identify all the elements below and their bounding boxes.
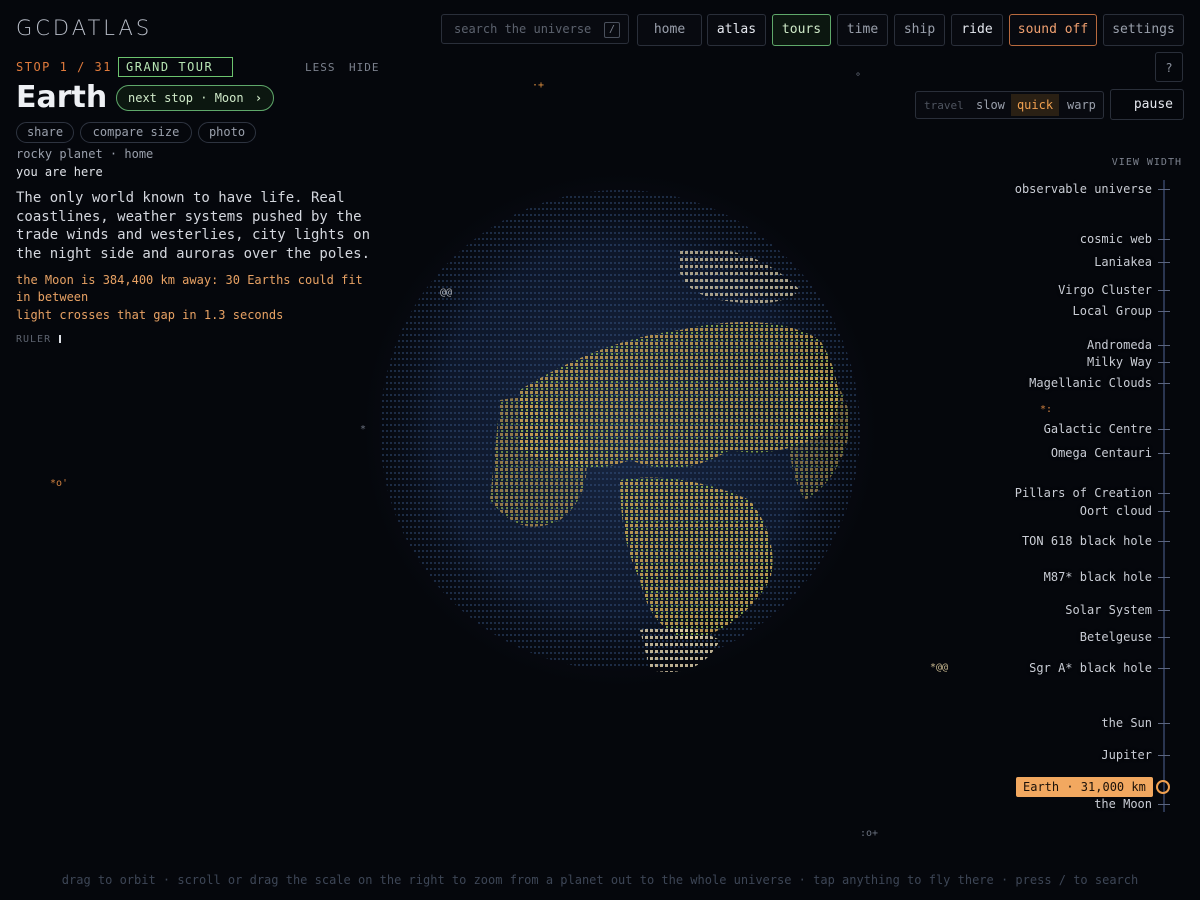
scale-item-magellanic-clouds[interactable]: Magellanic Clouds xyxy=(1029,376,1152,390)
travel-speed-selector[interactable]: travel slow quick warp xyxy=(915,91,1104,119)
scale-item-ton-618[interactable]: TON 618 black hole xyxy=(1022,534,1152,548)
star-icon: @@ xyxy=(440,287,453,298)
object-description: The only world known to have life. Real … xyxy=(16,190,371,262)
ruler-toggle[interactable]: RULER xyxy=(16,334,51,345)
photo-button[interactable]: photo xyxy=(198,122,256,143)
scale-tick xyxy=(1158,541,1170,542)
scale-tick xyxy=(1158,290,1170,291)
settings-button[interactable]: settings xyxy=(1103,14,1184,46)
scale-tick xyxy=(1158,755,1170,756)
tour-stop-counter: STOP 1 / 31 xyxy=(16,60,112,74)
scale-track[interactable] xyxy=(1163,180,1165,812)
speed-option-warp[interactable]: warp xyxy=(1067,98,1096,112)
nav-home-button[interactable]: home xyxy=(637,14,702,46)
scale-item-the-moon[interactable]: the Moon xyxy=(1094,797,1152,811)
scale-item-betelgeuse[interactable]: Betelgeuse xyxy=(1080,630,1152,644)
light-time-fact: light crosses that gap in 1.3 seconds xyxy=(16,308,284,322)
view-width-title: VIEW WIDTH xyxy=(1111,157,1182,168)
scale-tick xyxy=(1158,189,1170,190)
travel-label: travel xyxy=(924,99,964,112)
scale-item-galactic-centre[interactable]: Galactic Centre xyxy=(1044,422,1152,436)
object-meta: rocky planet · home xyxy=(16,147,154,161)
scale-tick xyxy=(1158,239,1170,240)
scale-tick xyxy=(1158,345,1170,346)
app-logo[interactable]: GCDATLAS xyxy=(16,16,152,40)
scale-tick xyxy=(1158,804,1170,805)
current-scale-label: Earth · 31,000 km xyxy=(1016,777,1153,797)
scale-item-the-sun[interactable]: the Sun xyxy=(1101,716,1152,730)
footer-hint: drag to orbit · scroll or drag the scale… xyxy=(61,873,1139,887)
scale-item-solar-system[interactable]: Solar System xyxy=(1065,603,1152,617)
compare-size-button[interactable]: compare size xyxy=(80,122,192,143)
object-status: you are here xyxy=(16,165,103,179)
scale-tick xyxy=(1158,262,1170,263)
help-button[interactable]: ? xyxy=(1155,52,1183,82)
scale-item-local-group[interactable]: Local Group xyxy=(1073,304,1152,318)
scale-handle[interactable] xyxy=(1156,780,1170,794)
star-icon: :o+ xyxy=(860,828,879,839)
scale-item-andromeda[interactable]: Andromeda xyxy=(1087,338,1152,352)
chevron-right-icon: › xyxy=(254,91,263,105)
scale-item-cosmic-web[interactable]: cosmic web xyxy=(1080,232,1152,246)
star-icon: *o' xyxy=(50,478,69,489)
scale-tick xyxy=(1158,429,1170,430)
scale-item-m87[interactable]: M87* black hole xyxy=(1044,570,1152,584)
object-title: Earth xyxy=(16,80,108,115)
nav-ride-button[interactable]: ride xyxy=(951,14,1003,46)
star-icon: *: xyxy=(1040,404,1053,415)
scale-tick xyxy=(1158,362,1170,363)
star-icon: ° xyxy=(855,72,862,83)
search-input[interactable] xyxy=(452,21,606,37)
scale-item-laniakea[interactable]: Laniakea xyxy=(1094,255,1152,269)
moon-distance-fact: the Moon is 384,400 km away: 30 Earths c… xyxy=(16,273,363,304)
share-button[interactable]: share xyxy=(16,122,74,143)
scale-tick xyxy=(1158,610,1170,611)
nav-tours-button[interactable]: tours xyxy=(772,14,831,46)
scale-tick xyxy=(1158,453,1170,454)
search-shortcut-hint: / xyxy=(604,22,620,38)
next-stop-button[interactable]: next stop · Moon › xyxy=(116,85,275,111)
scale-tick xyxy=(1158,723,1170,724)
scale-item-observable-universe[interactable]: observable universe xyxy=(1015,182,1152,196)
earth-globe[interactable] xyxy=(350,160,890,700)
scale-tick xyxy=(1158,311,1170,312)
pause-button[interactable]: pause xyxy=(1110,89,1184,120)
tour-name-badge[interactable]: GRAND TOUR xyxy=(118,57,233,77)
scale-tick xyxy=(1158,383,1170,384)
star-icon: *@@ xyxy=(930,662,949,673)
scale-tick xyxy=(1158,511,1170,512)
less-button[interactable]: LESS xyxy=(305,61,336,74)
scale-item-pillars-of-creation[interactable]: Pillars of Creation xyxy=(1015,486,1152,500)
scale-tick xyxy=(1158,637,1170,638)
scale-tick xyxy=(1158,577,1170,578)
nav-ship-button[interactable]: ship xyxy=(894,14,945,46)
speed-option-quick[interactable]: quick xyxy=(1011,94,1059,116)
hide-button[interactable]: HIDE xyxy=(349,61,380,74)
ruler-cursor xyxy=(59,335,61,343)
scale-item-virgo-cluster[interactable]: Virgo Cluster xyxy=(1058,283,1152,297)
speed-option-slow[interactable]: slow xyxy=(976,98,1005,112)
scale-item-omega-centauri[interactable]: Omega Centauri xyxy=(1051,446,1152,460)
star-icon: ·+ xyxy=(532,80,545,91)
scale-tick xyxy=(1158,493,1170,494)
sound-toggle-button[interactable]: sound off xyxy=(1009,14,1097,46)
nav-atlas-button[interactable]: atlas xyxy=(707,14,766,46)
search-box[interactable]: / xyxy=(441,14,629,44)
next-stop-label: next stop · Moon xyxy=(128,91,244,105)
scale-item-oort-cloud[interactable]: Oort cloud xyxy=(1080,504,1152,518)
scale-item-sgr-a[interactable]: Sgr A* black hole xyxy=(1029,661,1152,675)
scale-item-jupiter[interactable]: Jupiter xyxy=(1101,748,1152,762)
scale-item-milky-way[interactable]: Milky Way xyxy=(1087,355,1152,369)
scale-tick xyxy=(1158,668,1170,669)
star-icon: * xyxy=(360,424,367,435)
nav-time-button[interactable]: time xyxy=(837,14,888,46)
